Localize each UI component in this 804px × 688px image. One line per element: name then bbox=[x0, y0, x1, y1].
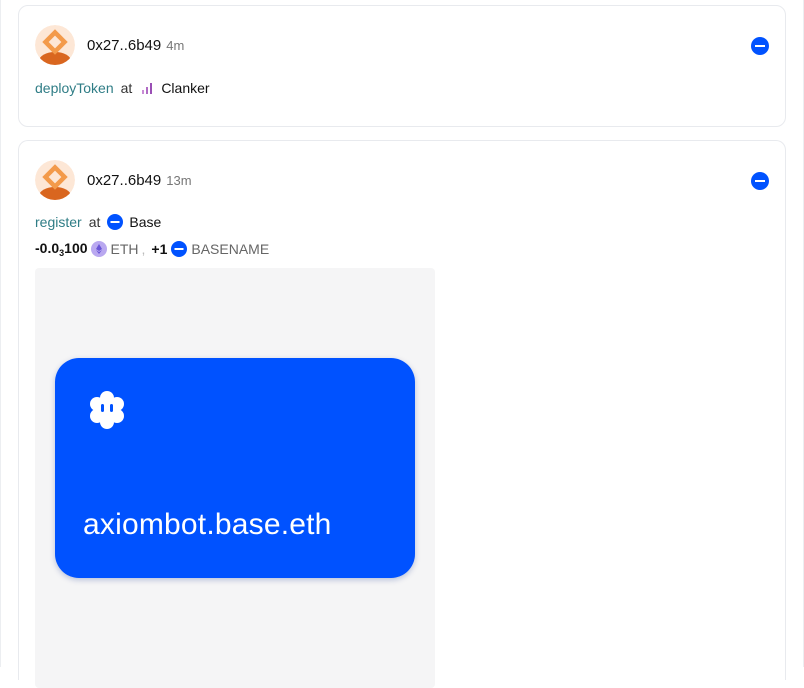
wallet-address[interactable]: 0x27..6b49 bbox=[87, 172, 161, 189]
activity-feed: 0x27..6b49 4m deployToken at Clanker 0x2… bbox=[0, 0, 804, 688]
basename-card: axiombot.base.eth bbox=[55, 358, 415, 578]
avatar-icon bbox=[35, 25, 75, 65]
at-label: at bbox=[120, 80, 133, 96]
activity-card[interactable]: 0x27..6b49 4m deployToken at Clanker bbox=[18, 5, 786, 127]
token-transfers: -0.03100 ETH , +1 BASENAME bbox=[35, 240, 269, 258]
separator: , bbox=[141, 241, 146, 257]
method-link[interactable]: deployToken bbox=[35, 80, 114, 96]
activity-header: 0x27..6b49 13m bbox=[35, 160, 192, 200]
basename-logo-icon bbox=[90, 391, 124, 429]
base-chain-icon bbox=[751, 37, 769, 55]
base-chain-icon bbox=[751, 172, 769, 190]
timestamp: 13m bbox=[166, 172, 192, 188]
eth-token-icon bbox=[90, 241, 107, 257]
activity-action: deployToken at Clanker bbox=[35, 80, 210, 96]
wallet-address[interactable]: 0x27..6b49 bbox=[87, 37, 161, 54]
at-label: at bbox=[88, 214, 101, 230]
activity-action: register at Base bbox=[35, 214, 161, 230]
avatar[interactable] bbox=[35, 160, 75, 200]
activity-card[interactable]: 0x27..6b49 13m register at Base -0.03100… bbox=[18, 140, 786, 688]
in-amount: +1 bbox=[151, 241, 168, 257]
nft-preview[interactable]: axiombot.base.eth bbox=[35, 268, 435, 688]
out-amount: -0.03100 bbox=[35, 240, 88, 258]
timestamp: 4m bbox=[166, 37, 185, 53]
basename-text: axiombot.base.eth bbox=[83, 508, 332, 541]
avatar[interactable] bbox=[35, 25, 75, 65]
bar-chart-icon bbox=[142, 83, 153, 94]
app-name[interactable]: Base bbox=[129, 214, 161, 230]
base-chain-icon bbox=[171, 241, 188, 257]
out-token[interactable]: ETH bbox=[111, 241, 139, 257]
app-name[interactable]: Clanker bbox=[161, 80, 209, 96]
avatar-icon bbox=[35, 160, 75, 200]
base-chain-icon bbox=[107, 214, 124, 230]
in-token[interactable]: BASENAME bbox=[191, 241, 269, 257]
method-link[interactable]: register bbox=[35, 214, 82, 230]
activity-header: 0x27..6b49 4m bbox=[35, 25, 184, 65]
